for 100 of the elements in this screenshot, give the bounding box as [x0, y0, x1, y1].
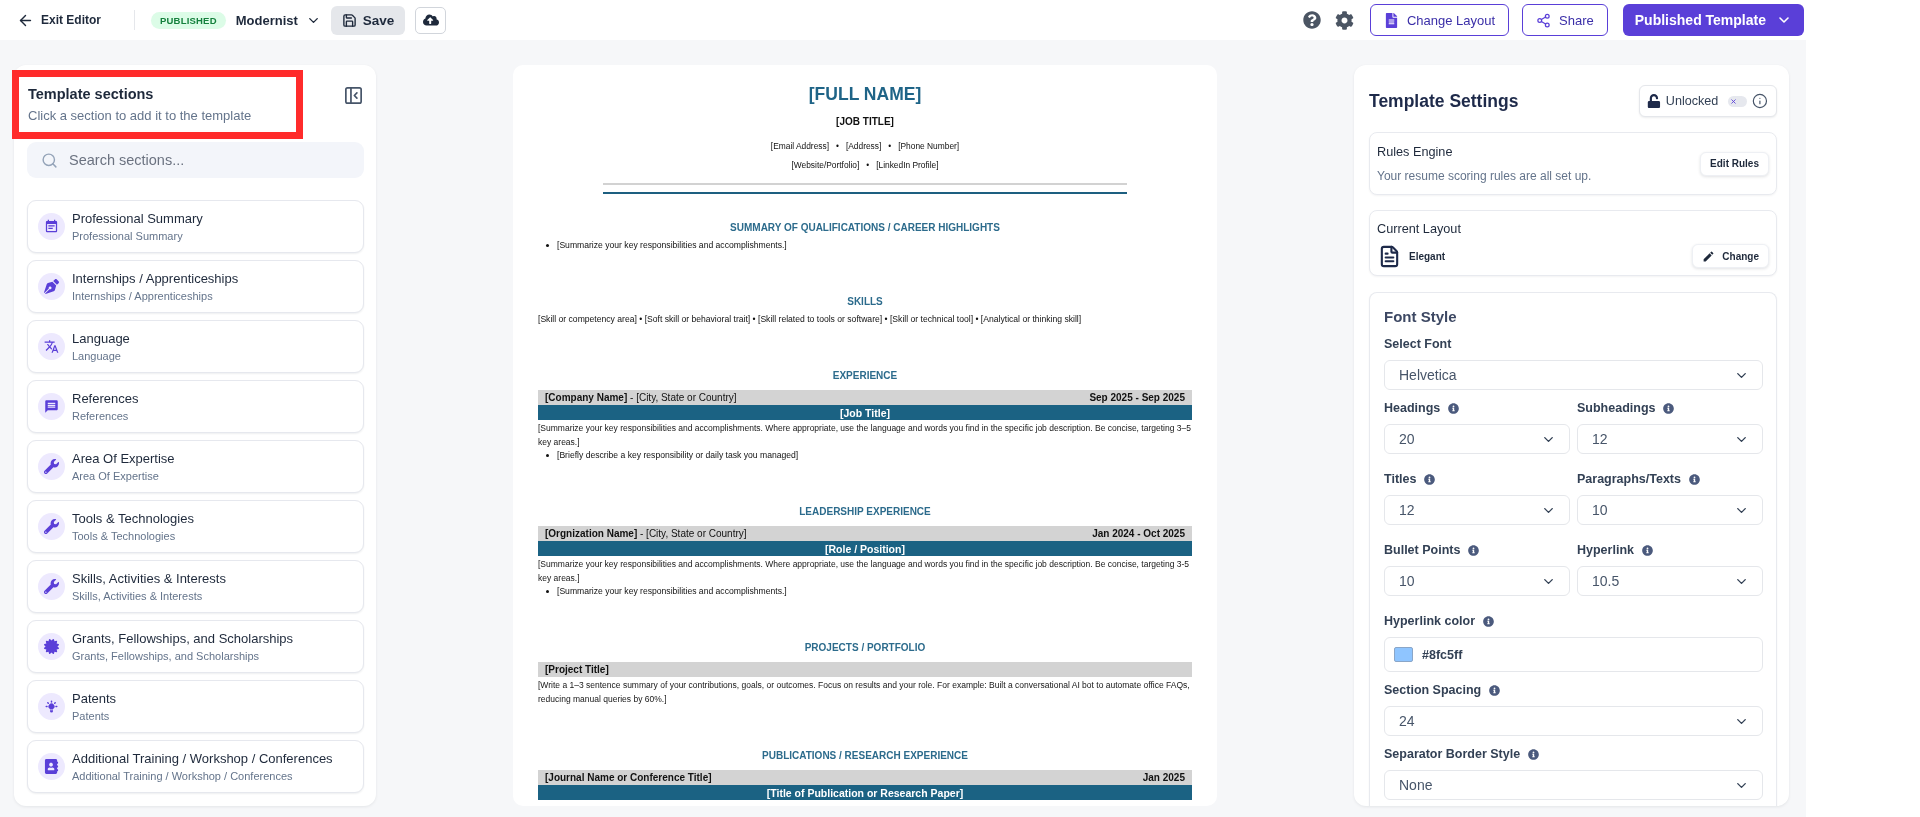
section-item[interactable]: References References	[27, 380, 364, 433]
entry-dates: Jan 2024 - Oct 2025	[1092, 528, 1185, 539]
select-field[interactable]: 10	[1384, 566, 1570, 596]
role-band: [Title of Publication or Research Paper]	[538, 785, 1192, 800]
resume-job-title: [JOB TITLE]	[835, 115, 895, 129]
pencil-icon	[1702, 249, 1716, 263]
bullet-text: [Summarize your key responsibilities and accomplishments.]	[557, 585, 787, 598]
section-heading: EXPERIENCE	[832, 369, 898, 383]
cloud-upload-icon	[422, 12, 439, 28]
save-button[interactable]: Save	[330, 5, 406, 35]
card-title: Rules Engine	[1377, 144, 1454, 160]
info-icon[interactable]	[1528, 748, 1540, 760]
select-field[interactable]: Helvetica	[1384, 360, 1763, 390]
info-icon[interactable]	[1663, 402, 1675, 414]
section-heading: SUMMARY OF QUALIFICATIONS / CAREER HIGHLIGHTS	[730, 221, 1000, 235]
select-field[interactable]: 24	[1384, 706, 1763, 736]
entry-title: [Project Title]	[545, 664, 609, 675]
info-icon[interactable]	[1489, 684, 1501, 696]
entry-dates: Jan 2025	[1142, 772, 1185, 783]
chat-bubble-icon	[38, 393, 65, 420]
resume-name: [FULL NAME]	[807, 83, 923, 105]
exit-editor-button[interactable]: Exit Editor	[17, 11, 101, 29]
section-item[interactable]: Area Of Expertise Area Of Expertise	[27, 440, 364, 493]
card-description: Your resume scoring rules are all set up.	[1377, 168, 1592, 183]
entry-description: [Write a 1–3 sentence summary of your contributions, goals, or outcomes. Focus on results and your role. For example: Built a conversational AI bot to automate office FAQs, reducing manual queries by 60%.]	[538, 679, 1191, 706]
field-label: Paragraphs/Texts	[1577, 472, 1681, 486]
edit-rules-button[interactable]: Edit Rules	[1700, 151, 1769, 176]
cloud-upload-button[interactable]	[415, 6, 447, 34]
template-name-dropdown[interactable]: Modernist	[235, 12, 321, 28]
share-button[interactable]: Share	[1522, 4, 1608, 36]
help-icon[interactable]	[1302, 11, 1321, 29]
bullet-icon	[546, 244, 549, 247]
light-bulb-icon	[38, 693, 65, 720]
section-heading: LEADERSHIP EXPERIENCE	[799, 505, 931, 519]
select-field[interactable]: 12	[1384, 495, 1570, 525]
card-title: Current Layout	[1377, 222, 1462, 237]
open-padlock-icon	[1647, 94, 1661, 108]
layout-name: Elegant	[1409, 250, 1446, 262]
select-field[interactable]: 12	[1577, 424, 1763, 454]
role-band: [Role / Position]	[538, 541, 1192, 556]
info-icon[interactable]	[1689, 473, 1700, 485]
info-icon[interactable]	[1468, 544, 1480, 556]
section-item[interactable]: Grants, Fellowships, and Scholarships Grants, Fellowships, and Scholarships	[27, 620, 364, 673]
bullet-text: [Briefly describe a key responsibility or daily task you managed]	[557, 449, 799, 462]
select-field[interactable]: None	[1384, 770, 1763, 800]
section-heading: PROJECTS / PORTFOLIO	[804, 641, 926, 655]
field-label: Separator Border Style	[1384, 747, 1521, 761]
wrench-icon	[38, 453, 65, 480]
section-item[interactable]: Skills, Activities & Interests Skills, Activities & Interests	[27, 560, 364, 613]
translate-icon	[38, 333, 65, 360]
section-item[interactable]: Language Language	[27, 320, 364, 373]
pen-nib-icon	[38, 273, 65, 300]
entry-title: [Company Name] - [City, State or Country]	[545, 392, 737, 403]
section-item[interactable]: Internships / Apprenticeships Internships / Apprenticeships	[27, 260, 364, 313]
lock-toggle[interactable]	[1728, 95, 1748, 107]
info-icon[interactable]	[1448, 402, 1460, 414]
bullet-icon	[546, 454, 549, 457]
status-badge: PUBLISHED	[151, 11, 226, 29]
contact-line: [Website/Portfolio] • [LinkedIn Profile]	[790, 159, 940, 171]
select-field[interactable]: 10	[1577, 495, 1763, 525]
field-label: Select Font	[1384, 337, 1452, 351]
entry-title: [Journal Name or Conference Title]	[545, 772, 712, 783]
select-field[interactable]: 10.5	[1577, 566, 1763, 596]
field-label: Headings	[1384, 401, 1441, 415]
panel-title: Template sections	[28, 86, 155, 103]
entry-title: [Orgnization Name] - [City, State or Country]	[545, 528, 747, 539]
wrench-icon	[38, 573, 65, 600]
info-icon[interactable]	[1424, 473, 1436, 485]
section-item[interactable]: Tools & Technologies Tools & Technologies	[27, 500, 364, 553]
info-icon[interactable]	[1483, 615, 1494, 627]
sidebar-collapse-icon[interactable]	[345, 87, 362, 104]
document-icon	[1383, 12, 1399, 28]
share-icon	[1536, 12, 1552, 28]
field-label: Bullet Points	[1384, 543, 1461, 557]
panel-subtitle: Click a section to add it to the template	[28, 108, 252, 124]
field-label: Section Spacing	[1384, 683, 1482, 697]
select-field[interactable]: 20	[1384, 424, 1570, 454]
entry-description: [Summarize your key responsibilities and accomplishments. Where appropriate, use the language and words you find in the specific job description. Be concise, targeting 3–5 key areas.]	[538, 422, 1192, 449]
document-icon	[1378, 244, 1401, 268]
card-heading: Font Style	[1384, 307, 1458, 326]
published-template-button[interactable]: Published Template	[1622, 4, 1804, 36]
skills-line: [Skill or competency area] • [Soft skill or behavioral trait] • [Skill related to tools or software] • [Skill or technical tool] • [Analytical or thinking skill]	[538, 313, 1083, 326]
entry-description: [Summarize your key responsibilities and accomplishments. Where appropriate, use the language and words you find in the specific job description. Be concise, targeting 3-5 key areas.]	[538, 558, 1191, 585]
section-item[interactable]: Additional Training / Workshop / Conferences Additional Training / Workshop / Conferences	[27, 740, 364, 793]
field-label: Titles	[1384, 472, 1417, 486]
info-icon[interactable]	[1752, 93, 1768, 109]
section-heading: PUBLICATIONS / RESEARCH EXPERIENCE	[762, 749, 968, 763]
search-icon	[41, 152, 58, 169]
change-layout-button[interactable]: Change Layout	[1369, 4, 1510, 36]
search-field[interactable]: Search sections...	[27, 142, 364, 178]
settings-icon[interactable]	[1334, 10, 1354, 30]
entry-dates: Sep 2025 - Sep 2025	[1089, 392, 1185, 403]
bullet-text: [Summarize your key responsibilities and accomplishments.]	[557, 239, 787, 252]
role-band: [Job Title]	[538, 405, 1192, 420]
color-field[interactable]: #8fc5ff	[1384, 637, 1763, 672]
section-item[interactable]: Patents Patents	[27, 680, 364, 733]
info-icon[interactable]	[1641, 544, 1653, 556]
change-button[interactable]: Change	[1692, 244, 1769, 268]
field-label: Subheadings	[1577, 401, 1656, 415]
section-item[interactable]: Professional Summary Professional Summary	[27, 200, 364, 253]
